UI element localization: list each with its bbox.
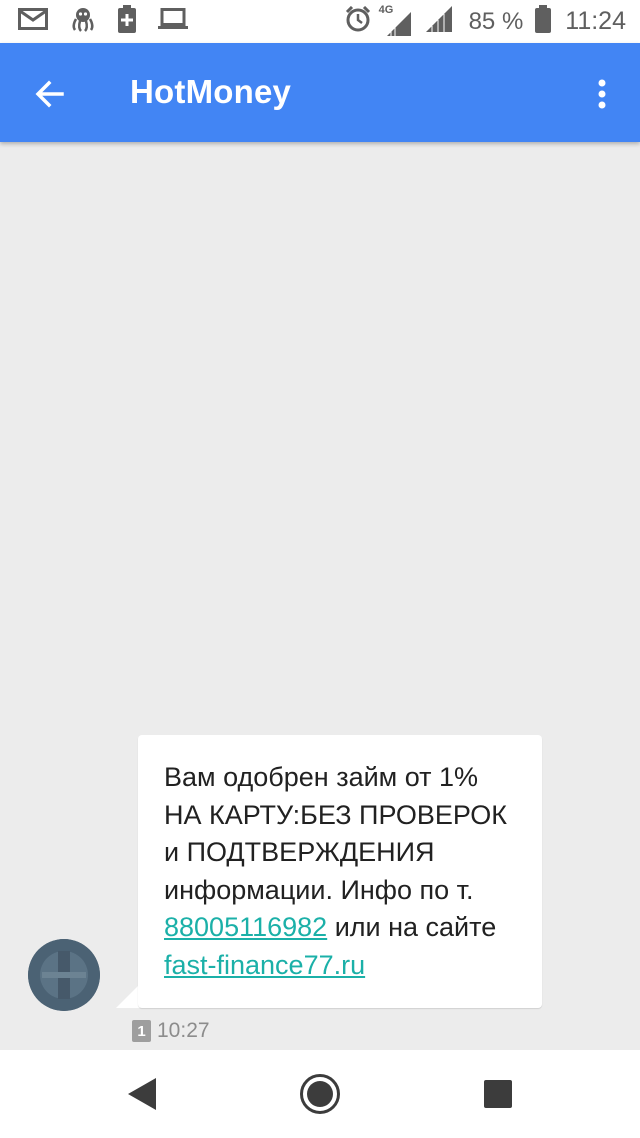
- message-line: 88005116982 или на сайте: [164, 909, 532, 947]
- navigation-bar: [0, 1050, 640, 1138]
- more-vert-icon: [598, 79, 606, 109]
- battery-icon: [535, 5, 552, 38]
- arrow-back-icon: [35, 80, 64, 108]
- sim-badge: 1: [132, 1020, 151, 1042]
- status-clock: 11:24: [565, 7, 626, 35]
- signal-4g-icon: 4G: [379, 4, 413, 36]
- conversation-title: HotMoney: [130, 73, 292, 110]
- message-meta: 1 10:27: [132, 1019, 210, 1043]
- conversation-area[interactable]: Вам одобрен займ от 1% НА КАРТУ:БЕЗ ПРОВ…: [0, 142, 640, 1050]
- signal-icon: [425, 5, 453, 38]
- message-line: и ПОДТВЕРЖДЕНИЯ: [164, 837, 435, 867]
- message-bubble[interactable]: Вам одобрен займ от 1% НА КАРТУ:БЕЗ ПРОВ…: [138, 735, 542, 1008]
- message-text: или на сайте: [327, 912, 497, 942]
- back-button[interactable]: [22, 67, 76, 121]
- nav-recents-button[interactable]: [474, 1070, 522, 1118]
- battery-saver-icon: [118, 5, 136, 38]
- status-bar: 4G 85 % 11:24: [0, 0, 640, 43]
- sender-avatar[interactable]: [28, 939, 100, 1011]
- mail-icon: [18, 8, 48, 35]
- more-options-button[interactable]: [582, 67, 622, 121]
- message-line: информации. Инфо по т.: [164, 874, 474, 905]
- screen: 4G 85 % 11:24 HotMoney Вам одобрен займ …: [0, 0, 640, 1138]
- message-timestamp: 10:27: [157, 1019, 210, 1042]
- website-link[interactable]: fast-finance77.ru: [164, 950, 365, 980]
- recents-square-icon: [484, 1080, 512, 1108]
- back-triangle-icon: [128, 1078, 156, 1110]
- message-line: НА КАРТУ:БЕЗ ПРОВЕРОК: [164, 799, 508, 830]
- message-bubble-tail: [116, 984, 140, 1008]
- message-line: fast-finance77.ru: [164, 947, 532, 985]
- alarm-icon: [345, 5, 371, 37]
- message-line: Вам одобрен займ от 1%: [164, 762, 479, 792]
- app-bar: HotMoney: [0, 43, 640, 142]
- nav-back-button[interactable]: [118, 1070, 166, 1118]
- home-circle-icon: [300, 1074, 340, 1114]
- nav-home-button[interactable]: [296, 1070, 344, 1118]
- status-bar-right: 4G 85 % 11:24: [333, 4, 626, 38]
- avatar-icon: [28, 939, 100, 1011]
- laptop-icon: [158, 8, 188, 35]
- battery-percent: 85 %: [468, 7, 524, 35]
- octopus-icon: [70, 6, 96, 37]
- status-bar-left: [18, 5, 210, 38]
- phone-link[interactable]: 88005116982: [164, 912, 327, 942]
